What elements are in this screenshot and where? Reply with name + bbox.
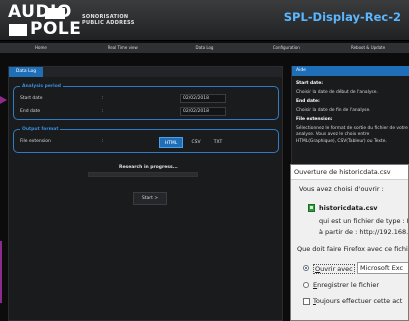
main-nav: Home Real Time view Data Log Configurati…: [0, 43, 409, 53]
progress-label: Research in progress...: [119, 165, 178, 170]
analysis-period-group: Analysis period Start date : 02/02/2018 …: [13, 83, 279, 120]
help-end-text: Choisir la date de fin de l'analyse.: [296, 107, 371, 113]
download-dialog: Ouverture de historicdata.csv Vous avez …: [290, 164, 409, 321]
format-txt-button[interactable]: TXT: [209, 137, 227, 148]
help-start-heading: Start date:: [296, 81, 323, 86]
annotation-bar: [0, 241, 2, 303]
start-date-colon: :: [102, 96, 104, 101]
dialog-question: Que doit faire Firefox avec ce fichie: [297, 245, 409, 253]
logo-tagline: SONORISATION PUBLIC ADDRESS: [82, 14, 135, 26]
help-end-heading: End date:: [296, 99, 320, 104]
tagline-line-2: PUBLIC ADDRESS: [82, 20, 135, 26]
progress-bar: [88, 172, 198, 177]
file-extension-label: File extension: [20, 139, 51, 144]
audio-pole-logo: AUDIO POLE: [8, 4, 81, 38]
nav-configuration[interactable]: Configuration: [245, 43, 327, 53]
always-do-checkbox[interactable]: [303, 298, 310, 305]
format-html-button[interactable]: HTML: [159, 137, 183, 148]
annotation-arrow: [0, 96, 7, 104]
tab-data-log[interactable]: Data Log: [9, 67, 43, 77]
save-file-radio[interactable]: [303, 282, 309, 288]
end-date-input[interactable]: 02/02/2018: [180, 107, 226, 116]
end-date-colon: :: [102, 109, 104, 114]
end-date-label: End date: [20, 109, 41, 114]
help-ext-text: Sélectionnez le format de sortie du fich…: [296, 125, 408, 144]
start-date-input[interactable]: 02/02/2018: [180, 94, 226, 103]
logo-text-bottom: POLE: [30, 19, 82, 39]
analysis-period-legend: Analysis period: [20, 83, 64, 90]
nav-real-time-view[interactable]: Real Time view: [82, 43, 164, 53]
help-body: Start date: Choisir la date de début de …: [296, 81, 408, 148]
panel-tab-strip: [43, 67, 282, 77]
end-date-row: End date : 02/02/2018: [20, 107, 274, 117]
file-extension-colon: :: [102, 139, 104, 144]
dialog-intro: Vous avez choisi d'ouvrir :: [299, 185, 384, 193]
output-format-legend: Output format: [20, 126, 61, 133]
open-with-radio[interactable]: [303, 265, 309, 271]
device-title: SPL-Display-Rec-2: [283, 10, 401, 24]
open-with-label[interactable]: Ouvrir avec: [313, 264, 355, 274]
always-do-label[interactable]: Toujours effectuer cette act: [313, 297, 402, 305]
dialog-file-type: qui est un fichier de type : Mi: [319, 217, 409, 225]
dialog-file-source: à partir de : http://192.168.0.1: [319, 228, 409, 236]
nav-home[interactable]: Home: [0, 43, 82, 53]
app-header: AUDIO POLE SONORISATION PUBLIC ADDRESS S…: [0, 0, 409, 41]
nav-data-log[interactable]: Data Log: [164, 43, 246, 53]
file-extension-row: File extension : HTML CSV TXT: [20, 137, 274, 148]
dialog-title: Ouverture de historicdata.csv: [291, 165, 408, 180]
help-start-text: Choisir la date de début de l'analyse.: [296, 89, 378, 95]
logo-block-bottom: [9, 24, 27, 36]
format-csv-button[interactable]: CSV: [187, 137, 205, 148]
open-with-app-select[interactable]: Microsoft Exc: [357, 262, 408, 274]
nav-reboot-update[interactable]: Reboot & Update: [327, 43, 409, 53]
save-file-label[interactable]: Enregistrer le fichier: [313, 281, 379, 289]
start-button[interactable]: Start >: [133, 192, 167, 205]
data-log-panel: Data Log Analysis period Start date : 02…: [8, 66, 283, 321]
help-ext-heading: File extension:: [296, 117, 333, 122]
dialog-filename: historicdata.csv: [319, 204, 378, 212]
help-tab: Aide: [292, 66, 409, 76]
logo-block-top: [45, 8, 65, 19]
start-date-row: Start date : 02/02/2018: [20, 94, 274, 104]
start-date-label: Start date: [20, 96, 43, 101]
output-format-group: Output format File extension : HTML CSV …: [13, 126, 279, 153]
csv-file-icon: [308, 204, 315, 212]
